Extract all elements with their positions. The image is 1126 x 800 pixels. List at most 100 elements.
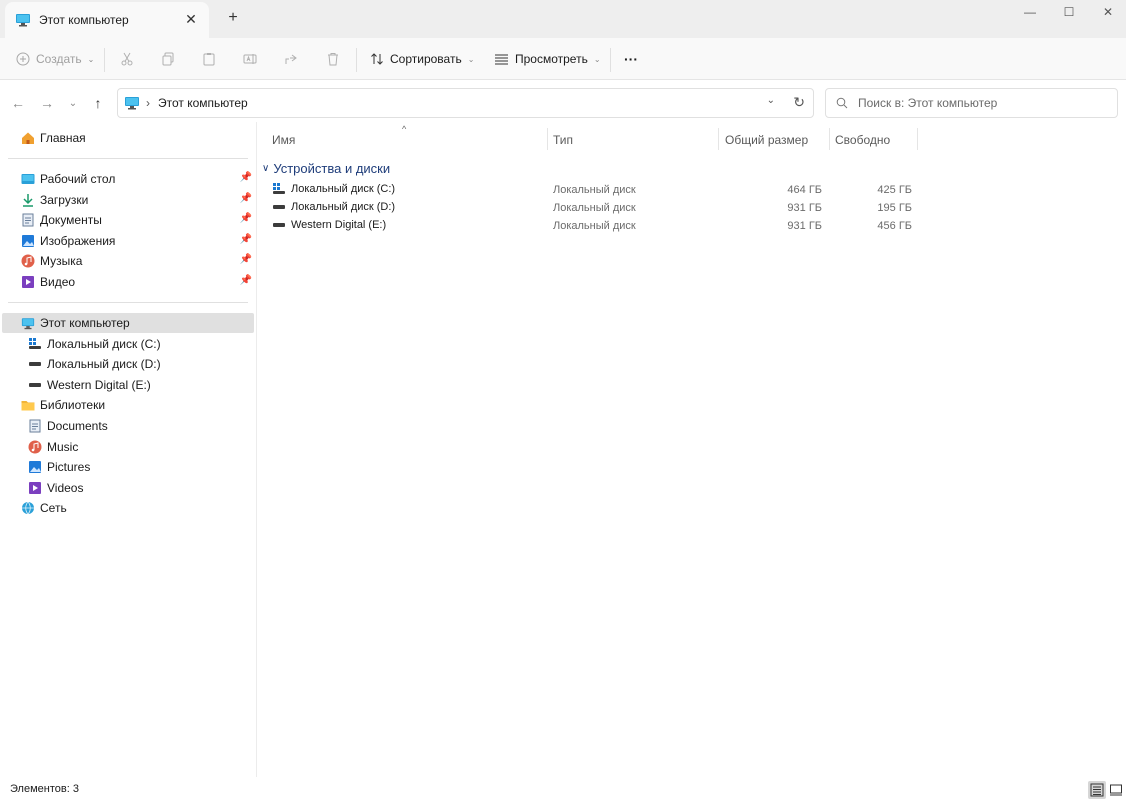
new-tab-button[interactable]: + (224, 9, 242, 27)
rename-icon (243, 54, 257, 64)
sidebar-item-music[interactable]: Музыка 📌 (2, 251, 254, 271)
navigation-pane: Главная Рабочий стол 📌 Загрузки 📌 Докуме… (0, 122, 256, 777)
sidebar-item-label: Документы (40, 213, 102, 227)
view-button[interactable]: Просмотреть ⌄ (494, 46, 601, 72)
minimize-button[interactable]: — (1010, 0, 1050, 24)
table-row[interactable]: Локальный диск (D:) Локальный диск 931 Г… (262, 199, 918, 217)
forward-arrow-icon[interactable]: → (38, 94, 56, 112)
computer-icon (16, 14, 30, 27)
paste-button[interactable] (202, 46, 216, 72)
chevron-down-icon: ⌄ (467, 54, 475, 64)
image-icon (21, 234, 35, 248)
rename-button[interactable] (243, 46, 257, 72)
sidebar-item-label: Рабочий стол (40, 172, 116, 186)
create-button[interactable]: Создать ⌄ (16, 46, 94, 72)
group-header-devices[interactable]: ∨ Устройства и диски (262, 158, 390, 178)
sidebar-item-lib-music[interactable]: Music (2, 437, 254, 457)
sidebar-item-drive-d[interactable]: Локальный диск (D:) (2, 354, 254, 374)
recent-chevron-icon[interactable]: ⌄ (64, 94, 82, 112)
sidebar-item-network[interactable]: Сеть (2, 498, 254, 518)
search-input[interactable] (858, 96, 1098, 110)
sidebar-item-label: Библиотеки (40, 398, 106, 412)
copy-button[interactable] (161, 46, 175, 72)
up-arrow-icon[interactable]: ↑ (89, 94, 107, 112)
column-divider[interactable] (718, 128, 719, 150)
sidebar-item-label: Загрузки (40, 193, 89, 207)
share-button[interactable] (284, 46, 298, 72)
refresh-icon[interactable]: ↻ (793, 94, 805, 111)
column-header-name[interactable]: Имя (272, 130, 295, 150)
network-icon (21, 501, 35, 515)
document-icon (21, 213, 35, 227)
delete-button[interactable] (326, 46, 340, 72)
row-type: Локальный диск (553, 202, 636, 214)
sidebar-item-this-pc[interactable]: Этот компьютер (2, 313, 254, 333)
table-row[interactable]: Western Digital (E:) Локальный диск 931 … (262, 217, 918, 235)
sort-ascending-icon: ^ (402, 124, 407, 134)
copy-icon (162, 52, 174, 66)
pin-icon[interactable]: 📌 (240, 172, 252, 183)
breadcrumb-separator[interactable]: › (146, 96, 150, 110)
computer-icon (125, 97, 139, 110)
details-view-button[interactable] (1088, 781, 1106, 799)
maximize-button[interactable]: ☐ (1049, 0, 1089, 24)
sidebar-item-label: Музыка (40, 254, 83, 268)
sidebar-item-downloads[interactable]: Загрузки 📌 (2, 190, 254, 210)
column-divider[interactable] (917, 128, 918, 150)
sidebar-item-lib-documents[interactable]: Documents (2, 416, 254, 436)
close-window-button[interactable]: ✕ (1088, 0, 1126, 24)
tab-close-icon[interactable]: ✕ (183, 11, 199, 27)
column-header-free[interactable]: Свободно (835, 130, 890, 150)
pin-icon[interactable]: 📌 (240, 254, 252, 265)
sidebar-item-home[interactable]: Главная (2, 128, 254, 148)
sidebar-item-libraries[interactable]: Библиотеки (2, 395, 254, 415)
video-icon (21, 275, 35, 289)
row-name: Western Digital (E:) (291, 219, 387, 231)
drive-icon (28, 357, 42, 371)
pin-icon[interactable]: 📌 (240, 275, 252, 286)
column-divider[interactable] (829, 128, 830, 150)
sort-icon (371, 53, 383, 65)
row-free-space: 456 ГБ (877, 220, 912, 232)
column-divider[interactable] (547, 128, 548, 150)
sort-button[interactable]: Сортировать ⌄ (370, 46, 474, 72)
computer-icon (21, 316, 35, 330)
sidebar-item-drive-c[interactable]: Локальный диск (C:) (2, 334, 254, 354)
pin-icon[interactable]: 📌 (240, 213, 252, 224)
more-options-button[interactable]: ··· (624, 46, 638, 72)
tab-this-pc[interactable]: Этот компьютер ✕ (5, 2, 209, 38)
sidebar-item-desktop[interactable]: Рабочий стол 📌 (2, 169, 254, 189)
row-free-space: 425 ГБ (877, 184, 912, 196)
create-label: Создать (36, 52, 82, 66)
sidebar-item-drive-e[interactable]: Western Digital (E:) (2, 375, 254, 395)
address-bar[interactable]: › Этот компьютер ⌄ ↻ (117, 88, 814, 118)
back-arrow-icon[interactable]: ← (9, 94, 27, 112)
chevron-down-icon[interactable]: ∨ (262, 163, 269, 174)
breadcrumb-this-pc[interactable]: Этот компьютер (158, 96, 248, 110)
music-icon (21, 254, 35, 268)
row-type: Локальный диск (553, 184, 636, 196)
sort-label: Сортировать (390, 52, 462, 66)
tiles-view-button[interactable] (1107, 781, 1125, 799)
table-row[interactable]: Локальный диск (C:) Локальный диск 464 Г… (262, 181, 918, 199)
column-header-total-size[interactable]: Общий размер (725, 130, 808, 150)
sidebar-item-label: Videos (47, 481, 84, 495)
search-box[interactable] (825, 88, 1118, 118)
sidebar-item-label: Видео (40, 275, 76, 289)
sidebar-item-video[interactable]: Видео 📌 (2, 272, 254, 292)
sidebar-item-documents[interactable]: Документы 📌 (2, 210, 254, 230)
cut-button[interactable] (120, 46, 134, 72)
pin-icon[interactable]: 📌 (240, 234, 252, 245)
sidebar-item-images[interactable]: Изображения 📌 (2, 231, 254, 251)
row-free-space: 195 ГБ (877, 202, 912, 214)
pane-divider[interactable] (256, 122, 257, 777)
address-dropdown-icon[interactable]: ⌄ (767, 95, 775, 106)
sidebar-item-lib-pictures[interactable]: Pictures (2, 457, 254, 477)
pin-icon[interactable]: 📌 (240, 193, 252, 204)
windows-drive-icon (28, 337, 42, 351)
sidebar-item-label: Western Digital (E:) (47, 378, 151, 392)
sidebar-item-label: Изображения (40, 234, 116, 248)
column-header-type[interactable]: Тип (553, 130, 573, 150)
title-bar: Этот компьютер ✕ + — ☐ ✕ (0, 0, 1126, 38)
sidebar-item-lib-videos[interactable]: Videos (2, 478, 254, 498)
